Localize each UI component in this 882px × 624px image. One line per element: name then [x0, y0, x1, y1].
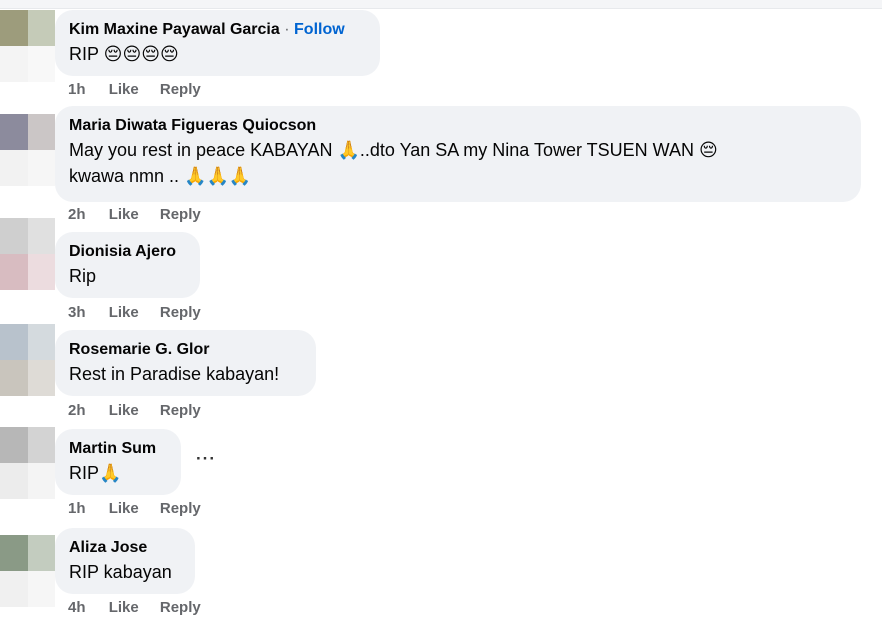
- author-name[interactable]: Martin Sum: [69, 440, 156, 457]
- avatar-tile: [0, 218, 28, 254]
- comment-bubble: Martin Sum RIP🙏: [55, 429, 181, 495]
- like-button[interactable]: Like: [109, 205, 139, 225]
- author-name[interactable]: Maria Diwata Figueras Quiocson: [69, 117, 316, 134]
- avatar-tile: [28, 10, 55, 46]
- like-button[interactable]: Like: [109, 80, 139, 100]
- comment-text: Rip: [69, 266, 97, 286]
- comment-actions: 2h Like Reply: [68, 205, 218, 225]
- like-button[interactable]: Like: [109, 303, 139, 323]
- comment-text: RIP 😔😔😔😔: [69, 44, 179, 64]
- comment-actions: 1h Like Reply: [68, 80, 218, 100]
- avatar-tile: [0, 254, 28, 290]
- avatar[interactable]: [0, 427, 55, 499]
- comment-header: Dionisia Ajero: [69, 241, 186, 263]
- reply-button[interactable]: Reply: [160, 499, 201, 519]
- avatar-tile: [28, 463, 55, 499]
- timestamp[interactable]: 2h: [68, 205, 86, 225]
- follow-button[interactable]: Follow: [294, 21, 345, 38]
- comment-header: Maria Diwata Figueras Quiocson: [69, 115, 847, 137]
- avatar-tile: [28, 427, 55, 463]
- comment-bubble: Rosemarie G. Glor Rest in Paradise kabay…: [55, 330, 316, 396]
- avatar-tile: [0, 535, 28, 571]
- comment-actions: 3h Like Reply: [68, 303, 218, 323]
- comment-text: Rest in Paradise kabayan!: [69, 364, 280, 384]
- like-button[interactable]: Like: [109, 401, 139, 421]
- author-name[interactable]: Dionisia Ajero: [69, 243, 176, 260]
- avatar[interactable]: [0, 218, 55, 290]
- timestamp[interactable]: 1h: [68, 499, 86, 519]
- comment-text-line-2: kwawa nmn .. 🙏🙏🙏: [69, 166, 252, 186]
- avatar[interactable]: [0, 10, 55, 82]
- avatar[interactable]: [0, 114, 55, 186]
- avatar-tile: [0, 324, 28, 360]
- avatar-tile: [28, 46, 55, 82]
- author-name[interactable]: Rosemarie G. Glor: [69, 341, 210, 358]
- comment-bubble: Maria Diwata Figueras Quiocson May you r…: [55, 106, 861, 202]
- top-edge: [0, 0, 882, 8]
- reply-button[interactable]: Reply: [160, 401, 201, 421]
- comment-bubble: Aliza Jose RIP kabayan: [55, 528, 195, 594]
- comment-text-line-1: May you rest in peace KABAYAN 🙏..dto Yan…: [69, 140, 718, 160]
- comment-header: Rosemarie G. Glor: [69, 339, 302, 361]
- avatar-tile: [28, 218, 55, 254]
- avatar-tile: [0, 571, 28, 607]
- comment-actions: 4h Like Reply: [68, 598, 218, 618]
- avatar-tile: [0, 360, 28, 396]
- avatar-tile: [0, 150, 28, 186]
- comment-thread: Kim Maxine Payawal Garcia · Follow RIP 😔…: [0, 0, 882, 624]
- comment-header: Kim Maxine Payawal Garcia · Follow: [69, 19, 366, 41]
- avatar-tile: [28, 571, 55, 607]
- avatar-tile: [0, 463, 28, 499]
- separator: ·: [284, 21, 290, 38]
- avatar-tile: [0, 46, 28, 82]
- timestamp[interactable]: 3h: [68, 303, 86, 323]
- comment-actions: 2h Like Reply: [68, 401, 218, 421]
- divider: [0, 8, 882, 9]
- comment-header: Martin Sum: [69, 438, 167, 460]
- avatar-tile: [28, 150, 55, 186]
- avatar-tile: [0, 427, 28, 463]
- avatar-tile: [0, 114, 28, 150]
- like-button[interactable]: Like: [109, 598, 139, 618]
- reply-button[interactable]: Reply: [160, 80, 201, 100]
- timestamp[interactable]: 4h: [68, 598, 86, 618]
- comment-header: Aliza Jose: [69, 537, 181, 559]
- avatar[interactable]: [0, 535, 55, 607]
- avatar-tile: [28, 324, 55, 360]
- avatar-tile: [0, 10, 28, 46]
- avatar-tile: [28, 254, 55, 290]
- more-options-icon[interactable]: ···: [196, 449, 216, 469]
- comment-text: RIP kabayan: [69, 562, 172, 582]
- comment-text: RIP🙏: [69, 463, 122, 483]
- avatar[interactable]: [0, 324, 55, 396]
- reply-button[interactable]: Reply: [160, 598, 201, 618]
- reply-button[interactable]: Reply: [160, 205, 201, 225]
- comment-bubble: Kim Maxine Payawal Garcia · Follow RIP 😔…: [55, 10, 380, 76]
- author-name[interactable]: Aliza Jose: [69, 539, 147, 556]
- comment-bubble: Dionisia Ajero Rip: [55, 232, 200, 298]
- avatar-tile: [28, 114, 55, 150]
- author-name[interactable]: Kim Maxine Payawal Garcia: [69, 21, 280, 38]
- comment-actions: 1h Like Reply: [68, 499, 218, 519]
- timestamp[interactable]: 1h: [68, 80, 86, 100]
- like-button[interactable]: Like: [109, 499, 139, 519]
- reply-button[interactable]: Reply: [160, 303, 201, 323]
- timestamp[interactable]: 2h: [68, 401, 86, 421]
- avatar-tile: [28, 535, 55, 571]
- avatar-tile: [28, 360, 55, 396]
